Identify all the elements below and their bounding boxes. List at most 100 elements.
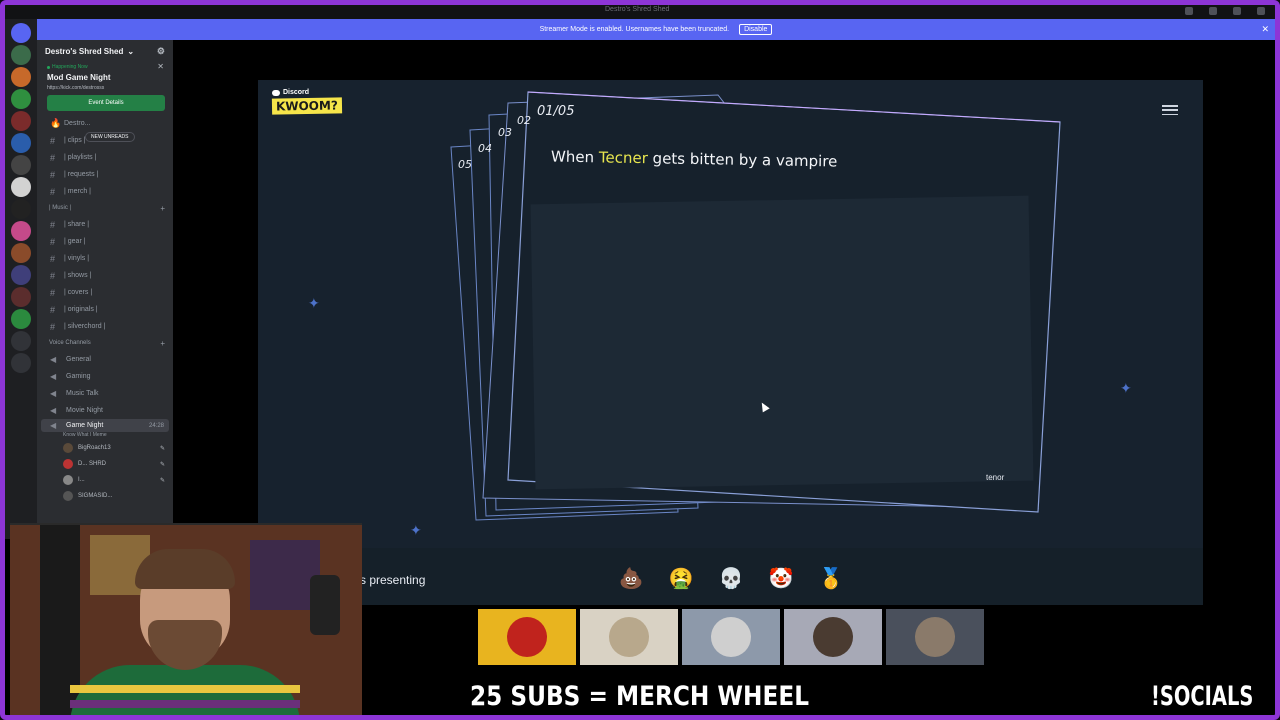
medal-reaction-icon[interactable]: 🥇: [813, 560, 849, 596]
streaming-icon: ✎: [159, 445, 165, 452]
close-icon[interactable]: ✕: [157, 62, 164, 71]
channel-item[interactable]: # | share |: [37, 216, 173, 233]
minimize-icon[interactable]: [1233, 7, 1241, 15]
voice-user[interactable]: SIGMASID...: [37, 488, 173, 504]
voice-channel-item[interactable]: ◀ Gaming: [37, 368, 173, 385]
server-icon[interactable]: [11, 287, 31, 307]
prompt-text: gets bitten by a vampire: [652, 149, 838, 171]
event-title: Mod Game Night: [47, 73, 111, 82]
avatar: [507, 617, 547, 657]
channel-item[interactable]: # | silverchord |: [37, 318, 173, 335]
server-name: Destro's Shred Shed: [45, 46, 124, 56]
channel-item[interactable]: # | requests |: [37, 166, 173, 183]
disable-streamer-mode-button[interactable]: Disable: [739, 24, 773, 35]
channel-item[interactable]: # | playlists |: [37, 149, 173, 166]
speaker-icon: ◀: [50, 389, 57, 398]
voice-channel-item[interactable]: ◀ General: [37, 351, 173, 368]
server-icon[interactable]: [11, 243, 31, 263]
voice-channel-item[interactable]: ◀ Movie Night: [37, 402, 173, 419]
server-icon[interactable]: [11, 133, 31, 153]
voice-user[interactable]: I... ✎: [37, 472, 173, 488]
server-icon[interactable]: [11, 177, 31, 197]
add-channel-icon[interactable]: +: [160, 204, 165, 213]
player-tile[interactable]: [886, 609, 984, 665]
hash-icon: #: [50, 321, 56, 332]
player-list: [478, 609, 984, 665]
explore-icon[interactable]: [11, 353, 31, 373]
live-dot-icon: [47, 65, 50, 69]
inbox-icon[interactable]: [1185, 7, 1193, 15]
help-icon[interactable]: [1209, 7, 1217, 15]
card-counter: 01/05: [537, 104, 575, 119]
prompt-text: When: [550, 147, 595, 167]
channel-label: | originals |: [64, 306, 98, 313]
voice-channel-active[interactable]: ◀ Game Night 24:28: [41, 419, 169, 432]
player-tile[interactable]: [580, 609, 678, 665]
channel-item[interactable]: # | merch |: [37, 183, 173, 200]
server-icon[interactable]: [11, 199, 31, 219]
vomit-reaction-icon[interactable]: 🤮: [663, 560, 699, 596]
gear-icon[interactable]: ⚙: [157, 46, 165, 57]
channel-item[interactable]: # | vinyls |: [37, 250, 173, 267]
channel-item[interactable]: # | originals |: [37, 301, 173, 318]
event-details-button[interactable]: Event Details: [47, 95, 165, 111]
voice-user-name: BigRoach13: [78, 445, 111, 451]
avatar: [813, 617, 853, 657]
sparkle-icon: ✦: [308, 295, 320, 311]
channel-label: | shows |: [64, 272, 92, 279]
voice-channel-item[interactable]: ◀ Music Talk: [37, 385, 173, 402]
close-icon[interactable]: ✕: [1261, 24, 1269, 35]
presenting-label: s presenting: [360, 573, 426, 587]
category-voice[interactable]: Voice Channels +: [37, 335, 173, 351]
sparkle-icon: ✦: [1120, 380, 1132, 396]
new-unreads-pill[interactable]: NEW UNREADS: [85, 132, 135, 142]
voice-user[interactable]: D... SHRD ✎: [37, 456, 173, 472]
voice-activity: Know What I Meme: [63, 432, 107, 438]
server-icon[interactable]: [11, 89, 31, 109]
clown-reaction-icon[interactable]: 🤡: [763, 560, 799, 596]
prompt-highlight: Tecner: [598, 148, 649, 168]
add-server-icon[interactable]: [11, 331, 31, 351]
speaker-icon: ◀: [50, 372, 57, 381]
category-music[interactable]: | Music | +: [37, 200, 173, 216]
subs-goal-overlay: 25 SUBS = MERCH WHEEL: [470, 681, 810, 712]
add-channel-icon[interactable]: +: [160, 339, 165, 348]
event-status-text: Happening Now: [52, 64, 88, 70]
event-status: Happening Now: [47, 64, 165, 70]
category-label: | Music |: [49, 205, 72, 211]
voice-timer: 24:28: [148, 422, 164, 429]
hash-icon: #: [50, 253, 56, 264]
channel-label: Game Night: [66, 422, 104, 429]
skull-reaction-icon[interactable]: 💀: [713, 560, 749, 596]
channel-label: | gear |: [64, 238, 86, 245]
voice-user[interactable]: BigRoach13 ✎: [37, 440, 173, 456]
channel-item[interactable]: # | covers |: [37, 284, 173, 301]
server-icon[interactable]: [11, 265, 31, 285]
hash-icon: #: [50, 219, 56, 230]
hash-icon: #: [50, 270, 56, 281]
player-tile[interactable]: [682, 609, 780, 665]
channel-item[interactable]: # | gear |: [37, 233, 173, 250]
channel-item[interactable]: # | shows |: [37, 267, 173, 284]
server-icon[interactable]: [11, 67, 31, 87]
server-icon[interactable]: [11, 45, 31, 65]
event-link[interactable]: https://kick.com/destrosss: [47, 85, 165, 91]
player-tile[interactable]: [478, 609, 576, 665]
discord-home-icon[interactable]: [11, 23, 31, 43]
server-icon[interactable]: [11, 309, 31, 329]
channel-label: | share |: [64, 221, 90, 228]
poop-reaction-icon[interactable]: 💩: [613, 560, 649, 596]
server-icon[interactable]: [11, 111, 31, 131]
server-icon[interactable]: [11, 155, 31, 175]
streaming-icon: ✎: [159, 477, 165, 484]
server-header[interactable]: Destro's Shred Shed ⌄ ⚙: [37, 40, 173, 62]
channel-sidebar: Destro's Shred Shed ⌄ ⚙ Happening Now Mo…: [37, 40, 173, 525]
sparkle-icon: ✦: [410, 522, 422, 538]
jersey-stripe: [70, 700, 300, 708]
server-icon[interactable]: [11, 221, 31, 241]
player-tile[interactable]: [784, 609, 882, 665]
avatar: [63, 443, 73, 453]
channel-item[interactable]: 🔥 Destro...: [37, 115, 173, 132]
close-window-icon[interactable]: [1257, 7, 1265, 15]
jersey-stripe: [70, 685, 300, 693]
